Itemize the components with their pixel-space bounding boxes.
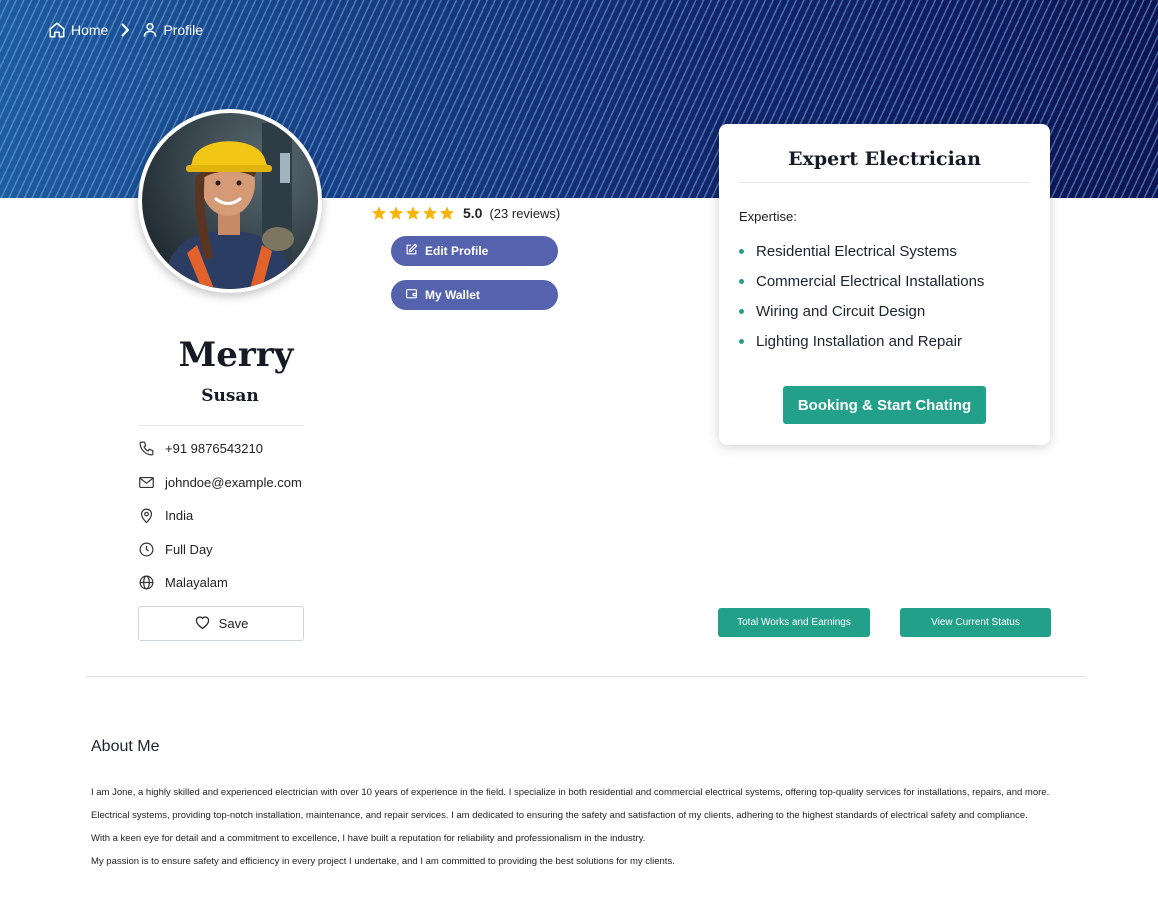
- contact-language: Malayalam: [138, 574, 228, 591]
- list-item: Wiring and Circuit Design: [739, 296, 984, 326]
- my-wallet-label: My Wallet: [425, 288, 480, 302]
- about-paragraph: With a keen eye for detail and a commitm…: [91, 833, 646, 844]
- total-works-earnings-button[interactable]: Total Works and Earnings: [718, 608, 870, 637]
- phone-value: +91 9876543210: [165, 441, 263, 456]
- chevron-right-icon: [120, 23, 130, 37]
- list-item: Lighting Installation and Repair: [739, 326, 984, 356]
- section-divider: [85, 676, 1086, 677]
- star-icon: [389, 206, 403, 220]
- phone-icon: [138, 440, 155, 457]
- language-value: Malayalam: [165, 575, 228, 590]
- heart-icon: [194, 614, 211, 633]
- view-current-status-button[interactable]: View Current Status: [900, 608, 1051, 637]
- save-button[interactable]: Save: [138, 606, 304, 641]
- edit-profile-button[interactable]: Edit Profile: [391, 236, 558, 266]
- about-paragraph: I am Jone, a highly skilled and experien…: [91, 787, 1050, 798]
- about-paragraph: My passion is to ensure safety and effic…: [91, 856, 675, 867]
- bullet-icon: [739, 248, 744, 254]
- rating-reviews: (23 reviews): [489, 205, 561, 221]
- about-title: About Me: [91, 738, 160, 755]
- about-paragraph: Electrical systems, providing top-notch …: [91, 810, 1028, 821]
- expertise-item-label: Residential Electrical Systems: [756, 242, 957, 260]
- rating-score: 5.0: [463, 205, 483, 221]
- booking-start-chat-button[interactable]: Booking & Start Chating: [783, 386, 986, 424]
- divider: [739, 182, 1030, 183]
- rating-summary: 5.0 (23 reviews): [371, 205, 560, 221]
- contact-location: India: [138, 507, 193, 524]
- mail-icon: [138, 474, 155, 491]
- profile-last-name: Susan: [201, 386, 259, 406]
- profile-photo: [142, 113, 318, 289]
- contact-email: johndoe@example.com: [138, 474, 302, 491]
- expertise-label: Expertise:: [739, 209, 797, 224]
- about-body: I am Jone, a highly skilled and experien…: [91, 781, 1081, 873]
- breadcrumb-profile[interactable]: Profile: [142, 21, 203, 39]
- user-icon: [142, 21, 158, 39]
- breadcrumb-home-label: Home: [71, 22, 109, 38]
- location-value: India: [165, 508, 194, 523]
- clock-icon: [138, 541, 155, 558]
- availability-value: Full Day: [165, 542, 213, 557]
- divider: [138, 425, 304, 426]
- list-item: Residential Electrical Systems: [739, 236, 984, 266]
- breadcrumb: Home Profile: [48, 21, 203, 39]
- star-icon: [406, 206, 420, 220]
- expertise-item-label: Commercial Electrical Installations: [756, 272, 985, 290]
- home-icon: [48, 21, 66, 39]
- save-label: Save: [218, 616, 249, 631]
- bullet-icon: [739, 308, 744, 314]
- avatar: [138, 109, 322, 293]
- contact-availability: Full Day: [138, 541, 213, 558]
- rating-stars: [371, 205, 455, 221]
- wallet-icon: [405, 287, 418, 303]
- breadcrumb-home[interactable]: Home: [48, 21, 108, 39]
- expert-title: Expert Electrician: [788, 148, 981, 170]
- bullet-icon: [739, 278, 744, 284]
- map-pin-icon: [138, 507, 155, 524]
- edit-icon: [405, 243, 418, 259]
- expertise-list: Residential Electrical Systems Commercia…: [739, 236, 984, 356]
- email-value: johndoe@example.com: [165, 475, 302, 490]
- expertise-item-label: Wiring and Circuit Design: [756, 302, 926, 320]
- my-wallet-button[interactable]: My Wallet: [391, 280, 558, 310]
- expertise-item-label: Lighting Installation and Repair: [756, 332, 962, 350]
- edit-profile-label: Edit Profile: [425, 244, 489, 258]
- contact-phone: +91 9876543210: [138, 440, 263, 457]
- star-icon: [440, 206, 454, 220]
- star-icon: [423, 206, 437, 220]
- list-item: Commercial Electrical Installations: [739, 266, 984, 296]
- breadcrumb-profile-label: Profile: [163, 22, 204, 38]
- star-icon: [372, 206, 386, 220]
- profile-first-name: Merry: [178, 335, 294, 375]
- expert-card: Expert Electrician Expertise: Residentia…: [719, 124, 1050, 445]
- bullet-icon: [739, 338, 744, 344]
- globe-icon: [138, 574, 155, 591]
